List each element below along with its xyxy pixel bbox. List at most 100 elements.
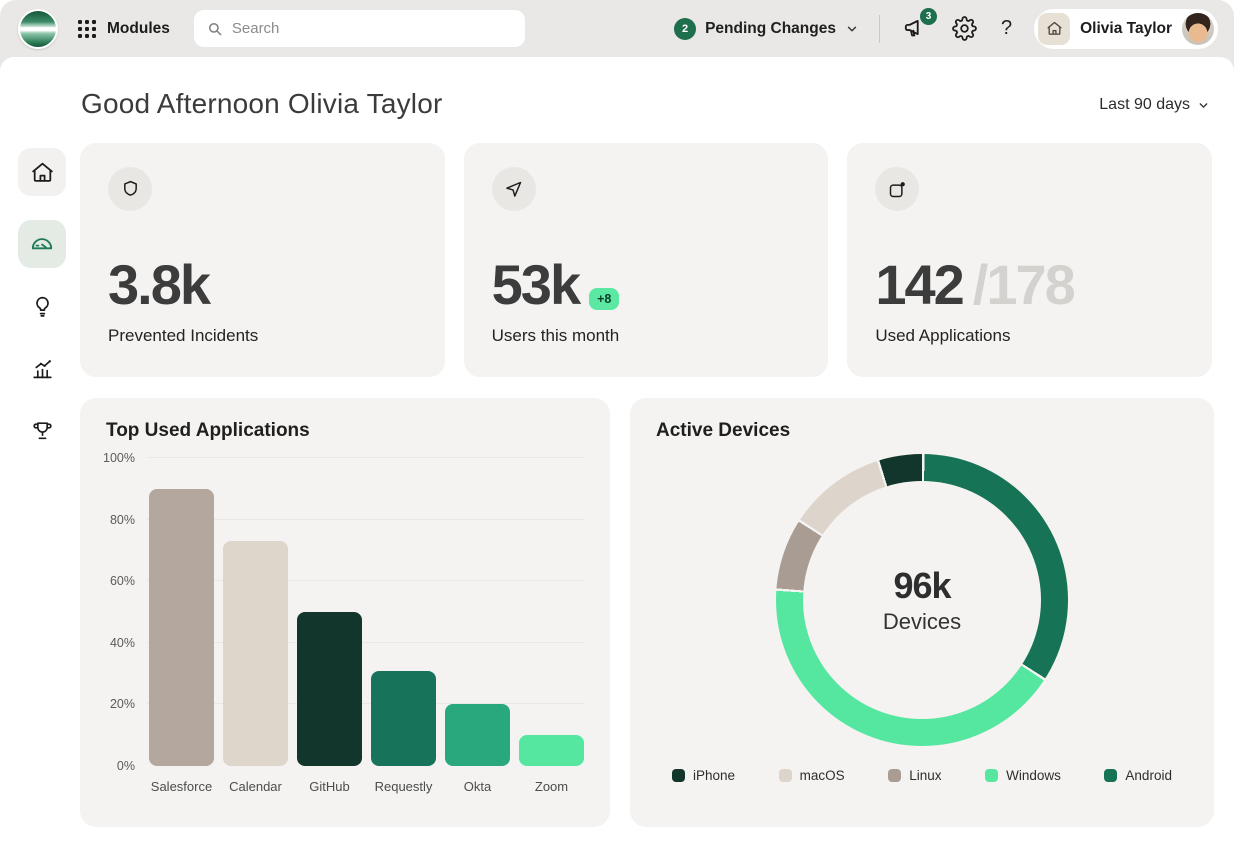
legend-swatch xyxy=(1104,769,1117,782)
grid-icon xyxy=(76,18,98,40)
y-axis-tick: 40% xyxy=(110,636,135,650)
stat-cards: 3.8k Prevented Incidents 53k +8 Users th… xyxy=(80,143,1212,377)
y-axis-tick: 0% xyxy=(117,759,135,773)
trophy-icon xyxy=(30,418,55,443)
legend-item-iphone: iPhone xyxy=(672,768,735,783)
stat-total: /178 xyxy=(973,257,1074,313)
legend-swatch xyxy=(985,769,998,782)
search-icon xyxy=(206,20,224,38)
modules-button[interactable]: Modules xyxy=(76,18,170,40)
bar-chart-plot xyxy=(147,458,584,766)
charts-row: Top Used Applications 100% 80% 60% 40% 20% 0%… xyxy=(80,398,1214,827)
gear-icon xyxy=(952,16,977,41)
stat-card-prevented-incidents: 3.8k Prevented Incidents xyxy=(80,143,445,377)
home-icon xyxy=(30,160,55,185)
divider xyxy=(879,15,880,43)
legend-label: iPhone xyxy=(693,768,735,783)
search-input[interactable] xyxy=(232,20,513,37)
modules-label: Modules xyxy=(107,20,170,38)
user-name: Olivia Taylor xyxy=(1080,20,1172,38)
legend-label: macOS xyxy=(800,768,845,783)
sidebar-item-analytics[interactable] xyxy=(18,344,66,392)
delta-badge: +8 xyxy=(589,288,619,310)
x-axis-label: Calendar xyxy=(223,779,288,794)
page-title: Good Afternoon Olivia Taylor xyxy=(81,88,443,120)
x-axis-label: Okta xyxy=(445,779,510,794)
bar-salesforce xyxy=(149,489,214,766)
legend-item-android: Android xyxy=(1104,768,1172,783)
sidebar-item-achievements[interactable] xyxy=(18,406,66,454)
x-axis-label: Requestly xyxy=(371,779,436,794)
legend-item-linux: Linux xyxy=(888,768,941,783)
donut-chart: 96k Devices xyxy=(776,454,1068,746)
user-menu[interactable]: Olivia Taylor xyxy=(1034,9,1218,49)
legend-label: Windows xyxy=(1006,768,1061,783)
stat-label: Prevented Incidents xyxy=(108,326,258,346)
org-home-icon xyxy=(1038,13,1070,45)
brand-logo[interactable] xyxy=(18,9,58,49)
donut-legend: iPhone macOS Linux Windows Android xyxy=(656,768,1188,783)
help-button[interactable]: ? xyxy=(999,17,1014,40)
y-axis-tick: 80% xyxy=(110,513,135,527)
x-axis-label: Salesforce xyxy=(149,779,214,794)
sidebar xyxy=(18,148,66,468)
chevron-down-icon xyxy=(1197,99,1210,112)
announcements-button[interactable]: 3 xyxy=(900,14,930,44)
sidebar-item-dashboard[interactable] xyxy=(18,220,66,268)
legend-swatch xyxy=(779,769,792,782)
bar-okta xyxy=(445,704,510,766)
date-range-label: Last 90 days xyxy=(1099,96,1190,114)
app-window-icon xyxy=(875,167,919,211)
topbar-right: 2 Pending Changes 3 xyxy=(674,9,1218,49)
stat-card-users: 53k +8 Users this month xyxy=(464,143,829,377)
notification-count-badge: 3 xyxy=(920,8,937,25)
bar-chart-panel: Top Used Applications 100% 80% 60% 40% 20% 0%… xyxy=(80,398,610,827)
x-axis-label: Zoom xyxy=(519,779,584,794)
stat-value: 142 xyxy=(875,257,962,313)
bar-calendar xyxy=(223,541,288,766)
bar-chart-yaxis: 100%80%60%40%20%0% xyxy=(106,458,137,766)
x-axis-label: GitHub xyxy=(297,779,362,794)
legend-label: Linux xyxy=(909,768,941,783)
legend-item-macos: macOS xyxy=(779,768,845,783)
app-window: Modules 2 Pending Changes xyxy=(0,0,1234,856)
pending-changes-dropdown[interactable]: 2 Pending Changes xyxy=(674,18,859,40)
date-range-dropdown[interactable]: Last 90 days xyxy=(1099,96,1210,114)
y-axis-tick: 20% xyxy=(110,697,135,711)
y-axis-tick: 60% xyxy=(110,574,135,588)
donut-chart-title: Active Devices xyxy=(656,420,1188,442)
pending-changes-label: Pending Changes xyxy=(705,20,836,38)
bar-github xyxy=(297,612,362,766)
stat-value: 3.8k xyxy=(108,257,209,313)
bar-requestly xyxy=(371,671,436,766)
topbar: Modules 2 Pending Changes xyxy=(0,0,1234,57)
search-bar xyxy=(194,10,525,47)
chevron-down-icon xyxy=(845,22,859,36)
legend-item-windows: Windows xyxy=(985,768,1061,783)
donut-chart-panel: Active Devices 96k Devices iPhone macOS Li… xyxy=(630,398,1214,827)
stat-value: 53k xyxy=(492,257,579,313)
bar-zoom xyxy=(519,735,584,766)
sidebar-item-insights[interactable] xyxy=(18,282,66,330)
send-icon xyxy=(492,167,536,211)
gauge-icon xyxy=(29,231,55,257)
stat-label: Used Applications xyxy=(875,326,1010,346)
bar-chart-bars xyxy=(147,458,584,766)
settings-button[interactable] xyxy=(950,14,979,43)
shield-icon xyxy=(108,167,152,211)
trend-chart-icon xyxy=(30,356,55,381)
y-axis-tick: 100% xyxy=(103,451,135,465)
donut-center-label: Devices xyxy=(883,609,961,635)
legend-swatch xyxy=(672,769,685,782)
legend-swatch xyxy=(888,769,901,782)
donut-center-value: 96k xyxy=(893,565,950,607)
bar-chart-title: Top Used Applications xyxy=(106,420,584,442)
stat-card-used-applications: 142/178 Used Applications xyxy=(847,143,1212,377)
bar-chart-categories: Salesforce Calendar GitHub Requestly Okta Zoo… xyxy=(147,779,584,794)
sidebar-item-home[interactable] xyxy=(18,148,66,196)
main-content: Good Afternoon Olivia Taylor Last 90 day… xyxy=(0,57,1234,856)
pending-count-badge: 2 xyxy=(674,18,696,40)
lightbulb-icon xyxy=(30,294,55,319)
avatar xyxy=(1182,13,1214,45)
stat-label: Users this month xyxy=(492,326,620,346)
